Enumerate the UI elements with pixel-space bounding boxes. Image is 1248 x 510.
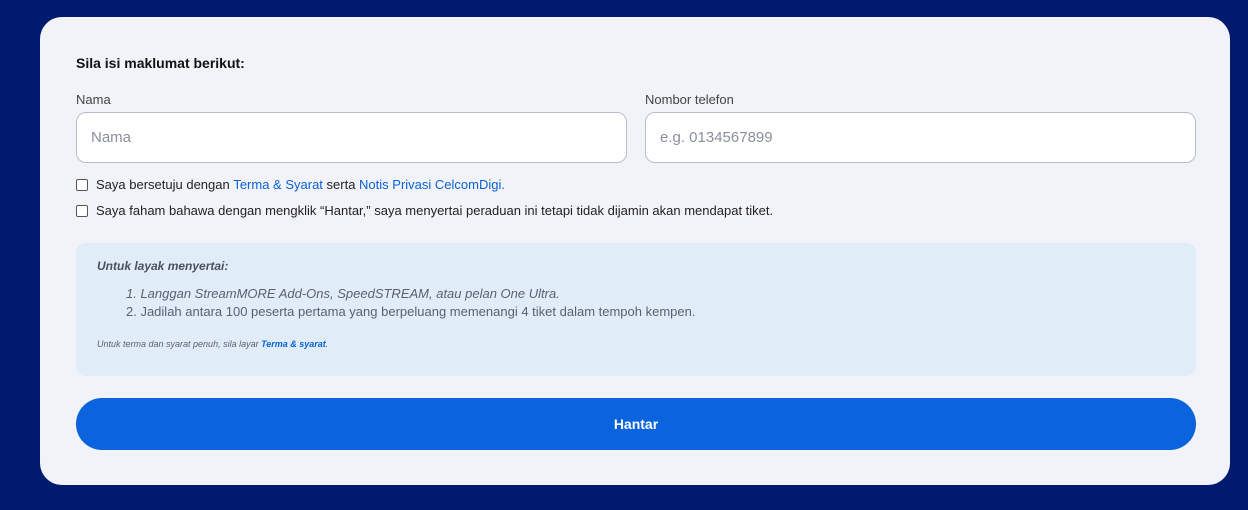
acknowledge-text: Saya faham bahawa dengan mengklik “Hanta… <box>96 203 774 218</box>
consent-text-middle: serta <box>322 177 360 192</box>
eligibility-title: Untuk layak menyertai: <box>97 259 229 273</box>
form-card: Sila isi maklumat berikut: Nama Nombor t… <box>40 17 1230 485</box>
eligibility-item: 2. Jadilah antara 100 peserta pertama ya… <box>126 304 696 319</box>
acknowledge-row: Saya faham bahawa dengan mengklik “Hanta… <box>76 203 773 218</box>
privacy-notice-link[interactable]: Notis Privasi CelcomDigi. <box>359 177 505 192</box>
consent-row: Saya bersetuju dengan Terma & Syarat ser… <box>76 177 505 192</box>
terms-link[interactable]: Terma & Syarat <box>233 177 323 192</box>
name-input[interactable] <box>76 112 627 163</box>
consent-text-before: Saya bersetuju dengan <box>96 177 234 192</box>
eligibility-item: 1. Langgan StreamMORE Add-Ons, SpeedSTRE… <box>126 286 560 301</box>
terms-note-end: . <box>325 339 329 349</box>
consent-checkbox[interactable] <box>76 178 88 191</box>
eligibility-box: Untuk layak menyertai: 1. Langgan Stream… <box>76 243 1196 376</box>
form-heading: Sila isi maklumat berikut: <box>76 55 245 71</box>
terms-note-text: Untuk terma dan syarat penuh, sila layar <box>97 339 262 349</box>
phone-label: Nombor telefon <box>645 92 734 107</box>
acknowledge-checkbox[interactable] <box>76 204 88 217</box>
phone-input[interactable] <box>645 112 1196 163</box>
name-label: Nama <box>76 92 111 107</box>
terms-note-link[interactable]: Terma & syarat <box>261 339 326 349</box>
terms-note: Untuk terma dan syarat penuh, sila layar… <box>97 339 328 349</box>
eligibility-list: 1. Langgan StreamMORE Add-Ons, SpeedSTRE… <box>126 285 695 321</box>
submit-button[interactable]: Hantar <box>76 398 1196 450</box>
